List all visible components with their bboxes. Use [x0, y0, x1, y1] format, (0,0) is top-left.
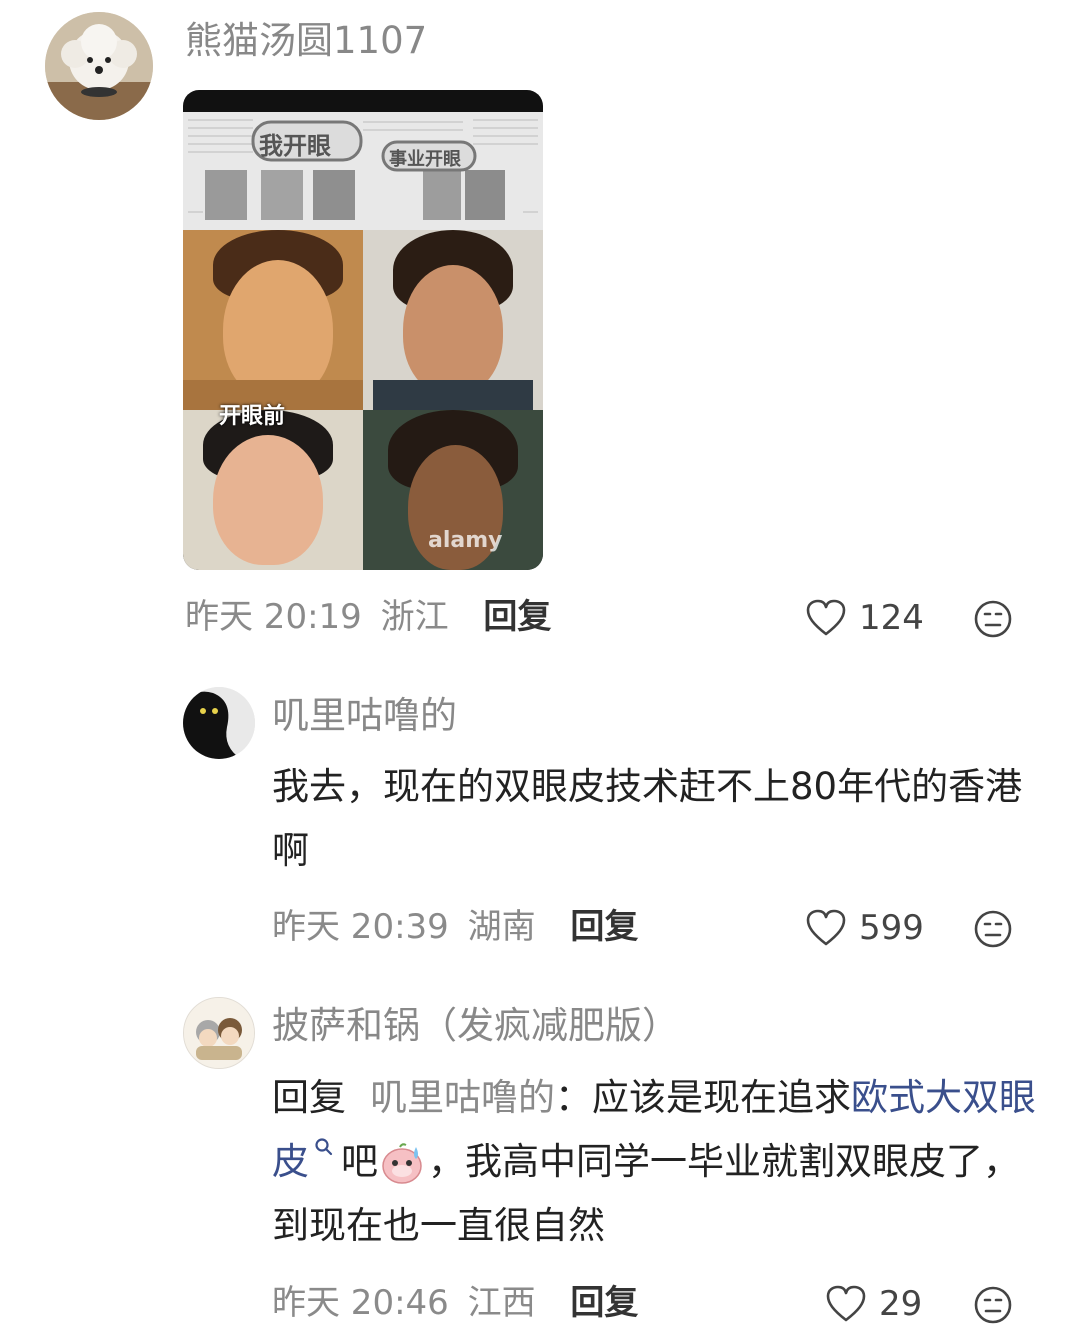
- neutral-face-icon[interactable]: [973, 599, 1013, 639]
- location: 湖南: [467, 907, 536, 947]
- heart-outline-icon: [806, 909, 846, 946]
- portrait-bottom-left: [183, 410, 363, 570]
- heart-outline-icon: [826, 1285, 866, 1322]
- like-count: 29: [879, 1284, 923, 1324]
- comment-text-2: 我去，现在的双眼皮技术赶不上80年代的香港啊: [272, 765, 1023, 872]
- portrait-top-right: [363, 230, 543, 410]
- heart-outline-icon: [806, 599, 846, 636]
- neutral-face-icon[interactable]: [973, 909, 1013, 949]
- newspaper-title-right: 事业开眼: [389, 149, 461, 170]
- neutral-face-icon[interactable]: [973, 1285, 1013, 1325]
- watermark: alamy: [428, 528, 503, 553]
- label-before: 开眼前: [219, 404, 286, 429]
- like-button-2[interactable]: 599: [805, 908, 924, 948]
- newspaper-clip: 我开眼 事业开眼: [183, 112, 543, 230]
- like-count: 599: [859, 908, 924, 948]
- location: 江西: [467, 1283, 536, 1323]
- dog-avatar-image: [45, 12, 153, 120]
- portrait-top-left: [183, 230, 363, 410]
- reply-button[interactable]: 回复: [570, 1283, 638, 1323]
- comment-meta-1: 昨天 20:19 浙江 回复: [185, 600, 551, 634]
- comment-meta-3: 昨天 20:46 江西 回复: [272, 1286, 638, 1320]
- avatar-commenter-2[interactable]: [183, 687, 255, 759]
- reply-button[interactable]: 回复: [570, 907, 638, 947]
- comment-text-part-a: ：应该是现在追求: [555, 1076, 851, 1119]
- comment-text-part-b: 吧: [341, 1140, 378, 1183]
- newspaper-title-left: 我开眼: [259, 132, 331, 160]
- avatar-commenter-3[interactable]: [183, 997, 255, 1069]
- illustrated-couple-avatar-image: [184, 998, 254, 1068]
- username-3[interactable]: 披萨和锅（发疯减肥版）: [272, 1007, 679, 1044]
- username-2[interactable]: 叽里咕噜的: [272, 697, 457, 734]
- like-count: 124: [859, 598, 924, 638]
- time: 昨天 20:19: [185, 597, 362, 637]
- comment-meta-2: 昨天 20:39 湖南 回复: [272, 910, 638, 944]
- avatar-commenter-1[interactable]: [45, 12, 153, 120]
- username-1[interactable]: 熊猫汤圆1107: [185, 22, 427, 59]
- reply-prefix: 回复: [272, 1076, 346, 1119]
- reply-button[interactable]: 回复: [483, 597, 551, 637]
- search-icon[interactable]: [313, 1136, 335, 1160]
- comment-text-3: 回复 叽里咕噜的：应该是现在追求欧式大双眼皮吧，我高中同学一毕业就割双眼皮了，到现…: [272, 1066, 1042, 1258]
- like-button-1[interactable]: 124: [805, 598, 924, 638]
- location: 浙江: [380, 597, 449, 637]
- comment-image[interactable]: 我开眼 事业开眼 开眼前 alamy: [183, 90, 543, 570]
- black-cat-avatar-image: [183, 687, 255, 759]
- like-button-3[interactable]: 29: [825, 1284, 922, 1324]
- sweat-emoji-icon: [382, 1142, 422, 1184]
- mention-user[interactable]: 叽里咕噜的: [370, 1076, 555, 1119]
- time: 昨天 20:46: [272, 1283, 449, 1323]
- time: 昨天 20:39: [272, 907, 449, 947]
